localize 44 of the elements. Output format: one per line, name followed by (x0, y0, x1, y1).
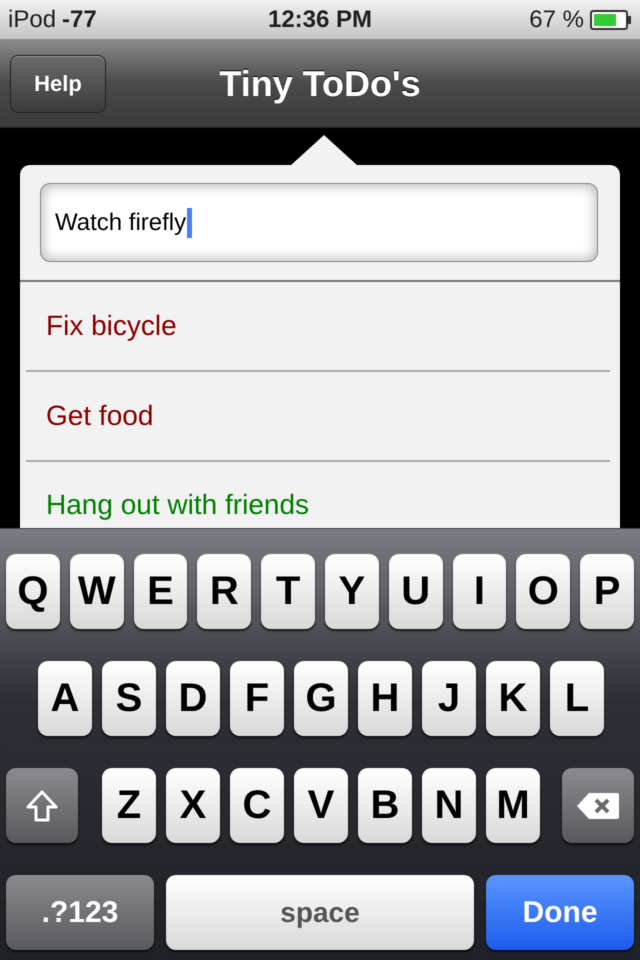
key[interactable]: E (134, 554, 188, 629)
todo-item[interactable]: Hang out with friends (26, 462, 610, 525)
key[interactable]: M (486, 768, 540, 843)
signal-label: -77 (62, 6, 97, 34)
key[interactable]: A (38, 661, 92, 736)
todo-item[interactable]: Fix bicycle (26, 282, 610, 372)
key[interactable]: N (422, 768, 476, 843)
key[interactable]: W (70, 554, 124, 629)
key[interactable]: T (261, 554, 315, 629)
key[interactable]: C (230, 768, 284, 843)
todo-item[interactable]: Get food (26, 372, 610, 462)
todo-input-field[interactable]: Watch firefly (40, 183, 598, 262)
help-button[interactable]: Help (10, 54, 106, 112)
shift-arrow-icon (25, 788, 59, 822)
nav-title: Tiny ToDo's (218, 62, 422, 104)
key[interactable]: K (486, 661, 540, 736)
key[interactable]: V (294, 768, 348, 843)
key[interactable]: J (422, 661, 476, 736)
key[interactable]: G (294, 661, 348, 736)
key[interactable]: L (550, 661, 604, 736)
backspace-icon (576, 792, 620, 820)
key[interactable]: Z (102, 768, 156, 843)
key[interactable]: D (166, 661, 220, 736)
key[interactable]: U (388, 554, 443, 629)
key[interactable]: F (230, 661, 284, 736)
numbers-key[interactable]: .?123 (6, 875, 154, 950)
key[interactable]: I (452, 554, 506, 629)
key[interactable]: Q (6, 554, 60, 629)
done-key[interactable]: Done (486, 875, 634, 950)
key[interactable]: B (358, 768, 412, 843)
battery-icon (590, 10, 632, 30)
shift-key[interactable] (6, 768, 78, 843)
carrier-label: iPod (8, 6, 56, 34)
key[interactable]: P (580, 554, 634, 629)
key[interactable]: H (358, 661, 412, 736)
backspace-key[interactable] (562, 768, 634, 843)
space-key[interactable]: space (166, 875, 474, 950)
battery-label: 67 % (529, 6, 584, 34)
key[interactable]: O (516, 554, 570, 629)
time-label: 12:36 PM (266, 6, 374, 34)
key[interactable]: Y (324, 554, 379, 629)
key[interactable]: S (102, 661, 156, 736)
key[interactable]: X (166, 768, 220, 843)
key[interactable]: R (197, 554, 252, 629)
